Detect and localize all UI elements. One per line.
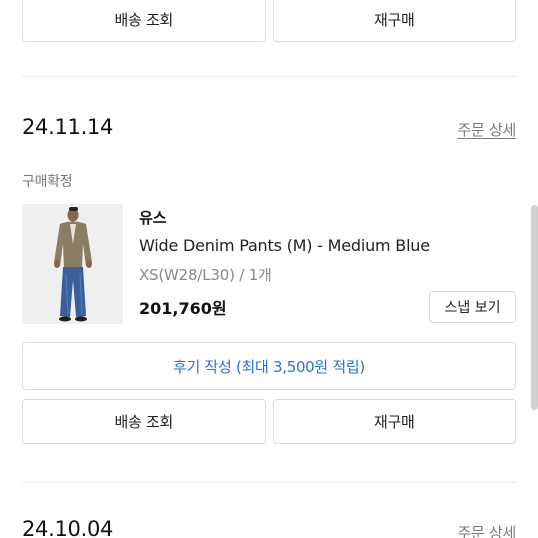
write-review-button[interactable]: 후기 작성 (최대 3,500원 적립) — [22, 342, 516, 390]
order-actions: 배송 조회 재구매 — [22, 399, 516, 444]
product-photo-illustration — [22, 204, 123, 324]
scrollbar[interactable] — [531, 205, 538, 410]
product-name[interactable]: Wide Denim Pants (M) - Medium Blue — [139, 236, 430, 255]
snap-view-button[interactable]: 스냅 보기 — [429, 291, 516, 323]
order-divider — [22, 482, 516, 483]
order-status: 구매확정 — [22, 174, 73, 190]
product-thumbnail[interactable] — [22, 204, 123, 324]
tracking-button[interactable]: 배송 조회 — [22, 399, 266, 444]
product-brand[interactable]: 유스 — [139, 207, 167, 228]
tracking-button[interactable]: 배송 조회 — [22, 0, 266, 42]
reorder-button[interactable]: 재구매 — [272, 399, 516, 444]
product-option: XS(W28/L30) / 1개 — [139, 266, 272, 284]
order-date: 24.11.14 — [22, 115, 114, 139]
product-price: 201,760원 — [139, 299, 227, 318]
order-detail-link[interactable]: 주문 상세 — [458, 522, 517, 538]
order-date: 24.10.04 — [22, 517, 114, 538]
order-divider — [22, 76, 516, 77]
reorder-button[interactable]: 재구매 — [272, 0, 516, 42]
previous-order-actions: 배송 조회 재구매 — [22, 0, 516, 42]
order-detail-link[interactable]: 주문 상세 — [458, 119, 517, 140]
